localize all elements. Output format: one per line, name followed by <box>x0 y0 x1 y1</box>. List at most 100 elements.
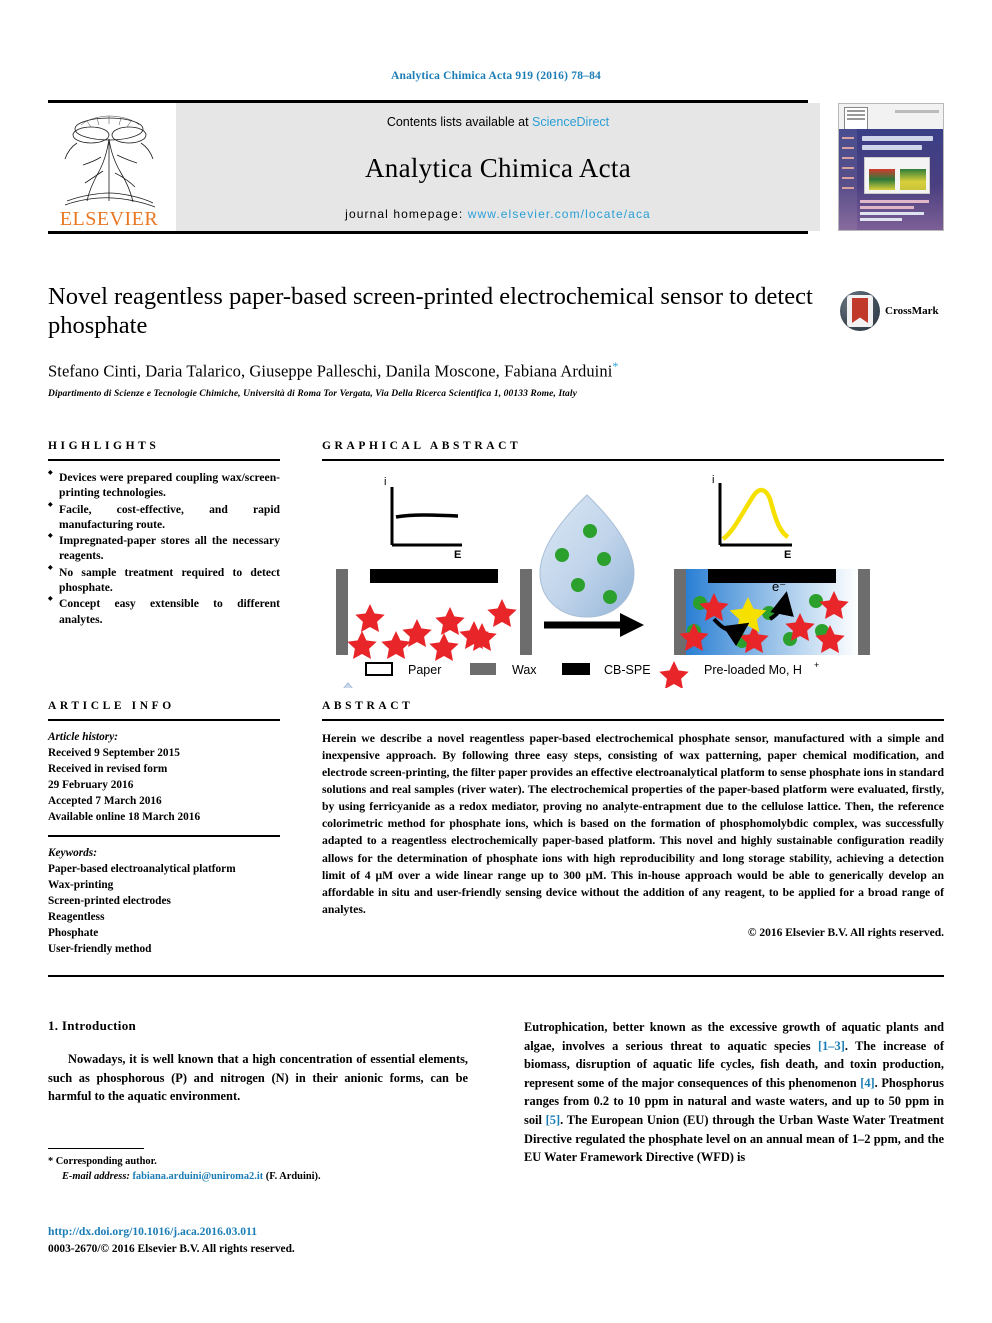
doi-block: http://dx.doi.org/10.1016/j.aca.2016.03.… <box>48 1222 608 1255</box>
author-list: Stefano Cinti, Daria Talarico, Giuseppe … <box>48 359 944 382</box>
citation-link-2[interactable]: [4] <box>860 1076 874 1090</box>
author-names: Stefano Cinti, Daria Talarico, Giuseppe … <box>48 361 613 381</box>
doi-link[interactable]: http://dx.doi.org/10.1016/j.aca.2016.03.… <box>48 1225 257 1238</box>
article-history-block: Article history: Received 9 September 20… <box>48 729 280 825</box>
cover-footer-lines <box>859 199 937 224</box>
cover-figure-right <box>899 169 926 190</box>
svg-text:Paper: Paper <box>408 663 441 677</box>
email-label: E-mail address: <box>62 1171 130 1183</box>
article-info-section: ARTICLE INFO Article history: Received 9… <box>48 700 280 957</box>
crossmark-label: CrossMark <box>885 305 939 317</box>
crossmark-badge[interactable]: CrossMark <box>840 289 944 333</box>
abstract-rule <box>322 719 944 721</box>
journal-cover-thumbnail <box>838 103 944 231</box>
highlights-rule <box>48 459 280 461</box>
wax-left <box>336 569 348 655</box>
journal-title: Analytica Chimica Acta <box>364 152 631 183</box>
cover-issn-line <box>895 110 939 113</box>
keyword-item: Phosphate <box>48 927 99 940</box>
intro-paragraph-right: Eutrophication, better known as the exce… <box>524 1018 944 1167</box>
keywords-block: Keywords: Paper-based electroanalytical … <box>48 845 280 957</box>
email-owner: (F. Arduini). <box>265 1171 321 1183</box>
list-item: Impregnated-paper stores all the necessa… <box>48 533 280 564</box>
keywords-divider <box>48 835 280 838</box>
left-voltammogram-inset: i E <box>384 476 462 561</box>
svg-text:Wax: Wax <box>512 663 537 677</box>
section-divider-rule <box>48 975 944 977</box>
graphical-abstract-figure: i E i E e⁻ Paper Wax CB-SPE Pre-loaded M… <box>335 474 870 726</box>
left-sensor-device <box>336 569 532 661</box>
masthead-banner: Contents lists available at ScienceDirec… <box>176 103 820 231</box>
crossmark-icon <box>840 291 880 331</box>
right-voltammogram-inset: i E <box>712 474 792 561</box>
corresponding-label: Corresponding author. <box>53 1156 157 1167</box>
electron-label: e⁻ <box>772 579 786 594</box>
graphical-abstract-heading: GRAPHICAL ABSTRACT <box>322 440 522 452</box>
elsevier-logo: ELSEVIER <box>48 103 170 231</box>
body-columns: 1. Introduction Nowadays, it is well kno… <box>48 1018 944 1167</box>
svg-text:E: E <box>454 549 461 561</box>
contents-available-line: Contents lists available at ScienceDirec… <box>387 115 609 129</box>
right-sensor-device: e⁻ <box>674 569 870 655</box>
svg-text:E: E <box>784 549 791 561</box>
cover-publisher-mark <box>844 107 868 131</box>
history-item: Available online 18 March 2016 <box>48 811 201 824</box>
svg-text:i: i <box>712 474 714 486</box>
masthead-bottom-rule <box>48 231 808 234</box>
citation-link-1[interactable]: [1–3] <box>818 1039 845 1053</box>
list-item: Facile, cost-effective, and rapid manufa… <box>48 502 280 533</box>
citation-link-3[interactable]: [5] <box>546 1113 560 1127</box>
history-item: 29 February 2016 <box>48 779 134 792</box>
intro-text-4: . The European Union (EU) through the Ur… <box>524 1113 945 1165</box>
journal-homepage-line: journal homepage: www.elsevier.com/locat… <box>345 207 651 221</box>
cover-artwork <box>839 129 943 230</box>
list-item: No sample treatment required to detect p… <box>48 565 280 596</box>
list-item: Concept easy extensible to different ana… <box>48 596 280 627</box>
cover-title-lines <box>861 136 939 154</box>
homepage-url-link[interactable]: www.elsevier.com/locate/aca <box>468 207 651 221</box>
email-link[interactable]: fabiana.arduini@uniroma2.it <box>132 1171 263 1182</box>
affiliation: Dipartimento di Scienze e Tecnologie Chi… <box>48 389 577 400</box>
sciencedirect-link[interactable]: ScienceDirect <box>532 115 609 129</box>
highlights-list: Devices were prepared coupling wax/scree… <box>48 470 280 627</box>
graphical-abstract-section: GRAPHICAL ABSTRACT i E i E e⁻ Paper Wax … <box>322 440 944 726</box>
keyword-item: Wax-printing <box>48 879 114 892</box>
intro-paragraph-left: Nowadays, it is well known that a high c… <box>48 1052 468 1104</box>
title-block: Novel reagentless paper-based screen-pri… <box>48 283 944 399</box>
cb-spe-electrode <box>370 569 498 583</box>
contents-prefix: Contents lists available at <box>386 115 533 129</box>
svg-text:i: i <box>384 476 386 488</box>
running-head: Analytica Chimica Acta 919 (2016) 78–84 <box>391 70 601 82</box>
keywords-label: Keywords: <box>48 847 97 860</box>
graphical-abstract-legend: Paper Wax CB-SPE Pre-loaded Mo, H + Untr… <box>335 660 819 726</box>
article-info-rule <box>48 719 280 721</box>
svg-text:Pre-loaded Mo, H: Pre-loaded Mo, H <box>704 663 802 677</box>
abstract-copyright: © 2016 Elsevier B.V. All rights reserved… <box>747 926 944 939</box>
abstract-section: ABSTRACT Herein we describe a novel reag… <box>322 700 944 942</box>
elsevier-tree-icon <box>57 113 161 209</box>
section-heading-introduction: 1. Introduction <box>48 1018 137 1033</box>
article-first-page: Analytica Chimica Acta 919 (2016) 78–84 <box>0 0 992 1323</box>
issn-copyright-line: 0003-2670/© 2016 Elsevier B.V. All right… <box>48 1243 295 1255</box>
svg-text:+: + <box>814 660 819 670</box>
keyword-item: Paper-based electroanalytical platform <box>48 863 236 876</box>
graphical-abstract-rule <box>322 459 944 461</box>
abstract-text: Herein we describe a novel reagentless p… <box>322 732 944 916</box>
untreated-sample-droplet <box>539 494 635 618</box>
list-item: Devices were prepared coupling wax/scree… <box>48 470 280 501</box>
highlights-section: HIGHLIGHTS Devices were prepared couplin… <box>48 440 280 628</box>
elsevier-wordmark: ELSEVIER <box>59 208 159 230</box>
keyword-item: Reagentless <box>48 911 105 924</box>
keyword-item: Screen-printed electrodes <box>48 895 171 908</box>
homepage-label: journal homepage: <box>345 207 468 221</box>
keyword-item: User-friendly method <box>48 943 152 956</box>
footnote-block: * Corresponding author. E-mail address: … <box>48 1148 468 1184</box>
highlights-heading: HIGHLIGHTS <box>48 440 160 452</box>
history-item: Received 9 September 2015 <box>48 747 180 760</box>
abstract-heading: ABSTRACT <box>322 700 414 712</box>
email-note: E-mail address: fabiana.arduini@uniroma2… <box>48 1169 468 1184</box>
cover-header-strip <box>839 104 943 131</box>
journal-masthead: ELSEVIER Contents lists available at Sci… <box>48 100 944 234</box>
corresponding-author-marker: * <box>612 358 619 373</box>
history-item: Received in revised form <box>48 763 168 776</box>
